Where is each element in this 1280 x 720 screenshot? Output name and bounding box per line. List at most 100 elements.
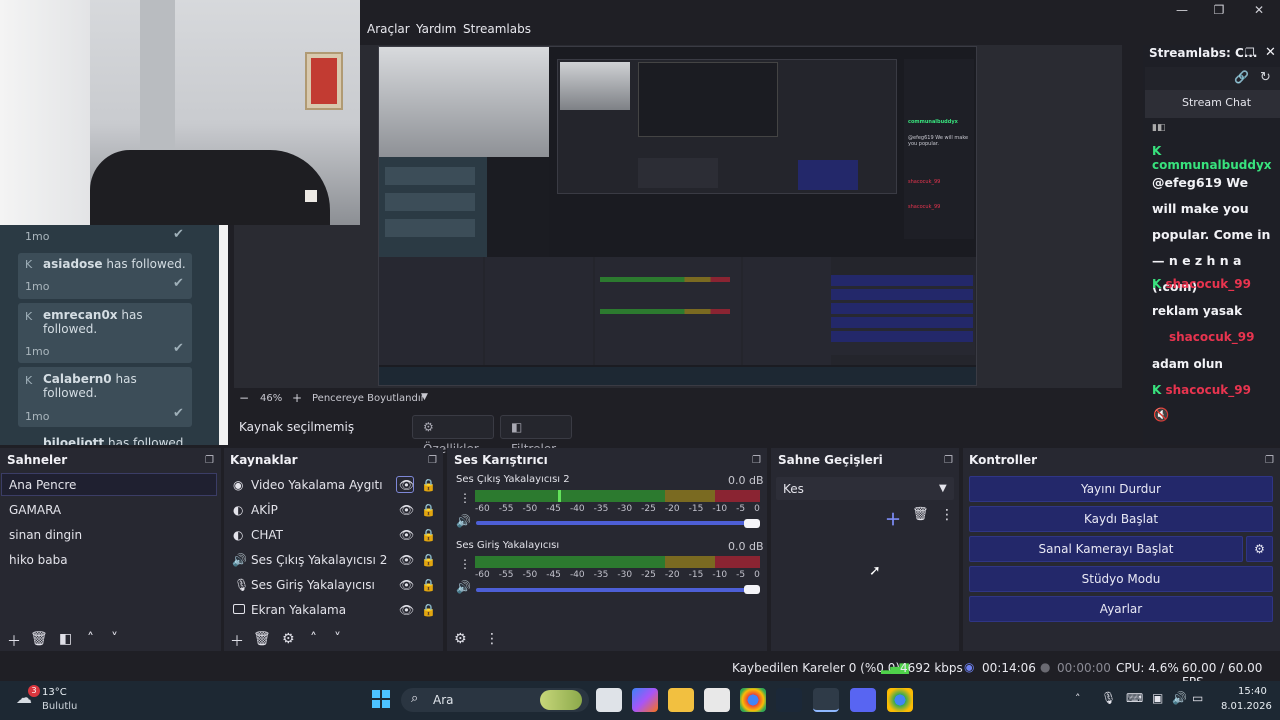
undock-icon[interactable]: ❐	[1265, 455, 1274, 466]
undock-icon[interactable]: ❐	[205, 455, 214, 466]
keyboard-icon[interactable]: ⌨	[1126, 691, 1143, 705]
transition-selected-label: Kes	[783, 482, 804, 496]
battery-icon[interactable]: ▭	[1192, 691, 1203, 705]
discord-icon[interactable]	[850, 688, 876, 712]
lock-icon[interactable]: 🔒	[421, 478, 436, 492]
settings-button[interactable]: Ayarlar	[969, 596, 1273, 622]
obs-icon[interactable]	[813, 688, 839, 712]
steam-icon[interactable]	[776, 688, 802, 712]
gear-icon[interactable]: ⚙	[282, 631, 295, 647]
menu-tools[interactable]: Araçlar	[367, 22, 410, 36]
virtual-camera-settings-button[interactable]: ⚙	[1246, 536, 1273, 562]
store-icon[interactable]	[704, 688, 730, 712]
task-view-icon[interactable]	[596, 688, 622, 712]
menu-help[interactable]: Yardım	[416, 22, 456, 36]
eye-icon[interactable]: 👁	[399, 478, 414, 492]
trash-icon[interactable]: 🗑	[30, 631, 48, 647]
chrome-profile-icon[interactable]	[887, 688, 913, 712]
trash-icon[interactable]: 🗑	[912, 507, 929, 522]
volume-icon[interactable]: 🔊	[1172, 691, 1187, 705]
chevron-down-icon[interactable]: ˅	[334, 631, 341, 647]
chevron-up-icon[interactable]: ˄	[1075, 692, 1081, 705]
scene-item[interactable]: sinan dingin	[9, 528, 82, 542]
scene-item[interactable]: GAMARA	[9, 503, 61, 517]
refresh-icon[interactable]: ↻	[1260, 70, 1271, 85]
lock-icon[interactable]: 🔒	[421, 603, 436, 617]
chevron-down-icon[interactable]: ▼	[939, 483, 947, 494]
trash-icon[interactable]: 🗑	[253, 631, 271, 647]
link-icon[interactable]: 🔗	[1234, 70, 1249, 84]
microphone-icon[interactable]: 🎙	[1101, 691, 1116, 705]
undock-icon[interactable]: ❐	[1245, 46, 1255, 59]
filter-icon[interactable]: ◧	[59, 631, 72, 647]
add-icon[interactable]: ＋	[230, 631, 244, 651]
chevron-down-icon[interactable]: ˅	[111, 631, 118, 647]
stream-time: 00:14:06	[982, 661, 1036, 675]
lock-icon[interactable]: 🔒	[421, 553, 436, 567]
fit-to-window-label[interactable]: Pencereye Boyutlandır	[312, 393, 425, 404]
volume-knob[interactable]	[744, 585, 760, 594]
minimize-button[interactable]: —	[1162, 2, 1202, 18]
scenes-title: Sahneler	[7, 453, 68, 467]
search-placeholder: Ara	[433, 693, 454, 707]
clock-time[interactable]: 15:40	[1238, 686, 1267, 697]
scene-item[interactable]: Ana Pencre	[9, 478, 76, 492]
lock-icon[interactable]: 🔒	[421, 578, 436, 592]
speaker-icon[interactable]: 🔊	[456, 514, 471, 528]
undock-icon[interactable]: ❐	[752, 455, 761, 466]
kebab-menu-icon[interactable]: ⋮	[459, 557, 471, 571]
mouse-cursor: ➚	[869, 563, 881, 579]
source-item[interactable]: Video Yakalama Aygıtı	[251, 478, 383, 492]
file-explorer-icon[interactable]	[668, 688, 694, 712]
volume-slider[interactable]	[476, 588, 746, 592]
source-item[interactable]: AKİP	[251, 503, 278, 517]
undock-icon[interactable]: ❐	[428, 455, 437, 466]
stop-stream-button[interactable]: Yayını Durdur	[969, 476, 1273, 502]
clock-date[interactable]: 8.01.2026	[1221, 701, 1272, 712]
volume-knob[interactable]	[744, 519, 760, 528]
eye-icon[interactable]: 👁	[399, 553, 414, 567]
copilot-icon[interactable]	[632, 688, 658, 712]
kebab-menu-icon[interactable]: ⋮	[940, 507, 954, 523]
source-item[interactable]: CHAT	[251, 528, 283, 542]
undock-icon[interactable]: ❐	[944, 455, 953, 466]
speaker-icon[interactable]: 🔊	[456, 580, 471, 594]
windows-start-icon[interactable]	[372, 690, 390, 708]
lock-icon[interactable]: 🔒	[421, 503, 436, 517]
zoom-in-button[interactable]: +	[292, 391, 302, 405]
kebab-menu-icon[interactable]: ⋮	[485, 631, 499, 647]
start-recording-button[interactable]: Kaydı Başlat	[969, 506, 1273, 532]
source-item[interactable]: Ekran Yakalama	[251, 603, 346, 617]
studio-mode-button[interactable]: Stüdyo Modu	[969, 566, 1273, 592]
network-icon[interactable]: ▣	[1152, 691, 1163, 705]
mute-icon[interactable]: 🔇	[1153, 408, 1169, 423]
add-icon[interactable]: ＋	[7, 631, 21, 651]
chevron-up-icon[interactable]: ˄	[310, 631, 317, 647]
filters-button[interactable]: ◧ Filtreler	[500, 415, 572, 456]
start-virtual-camera-button[interactable]: Sanal Kamerayı Başlat	[969, 536, 1243, 562]
properties-button[interactable]: ⚙ Özellikler	[412, 415, 494, 456]
zoom-out-button[interactable]: −	[239, 391, 249, 405]
level-meter	[475, 556, 760, 568]
maximize-button[interactable]: ❐	[1199, 2, 1239, 18]
scene-item[interactable]: hiko baba	[9, 553, 68, 567]
preview-canvas[interactable]: communalbuddyx @efeg619 We will make you…	[378, 46, 977, 386]
volume-slider[interactable]	[476, 521, 746, 525]
scrollbar[interactable]	[219, 225, 228, 445]
eye-icon[interactable]: 👁	[399, 528, 414, 542]
eye-icon[interactable]: 👁	[399, 603, 414, 617]
chrome-icon[interactable]	[740, 688, 766, 712]
eye-icon[interactable]: 👁	[399, 503, 414, 517]
menu-streamlabs[interactable]: Streamlabs	[463, 22, 531, 36]
lock-icon[interactable]: 🔒	[421, 528, 436, 542]
chevron-up-icon[interactable]: ˄	[87, 631, 94, 647]
add-icon[interactable]: ＋	[885, 506, 901, 530]
kebab-menu-icon[interactable]: ⋮	[459, 491, 471, 505]
gear-icon[interactable]: ⚙	[454, 631, 467, 647]
source-item[interactable]: Ses Çıkış Yakalayıcısı 2	[251, 553, 387, 567]
close-icon[interactable]: ✕	[1265, 45, 1276, 60]
chevron-down-icon[interactable]: ▼	[421, 392, 428, 402]
close-button[interactable]: ✕	[1239, 2, 1279, 18]
source-item[interactable]: Ses Giriş Yakalayıcısı	[251, 578, 375, 592]
eye-icon[interactable]: 👁	[399, 578, 414, 592]
